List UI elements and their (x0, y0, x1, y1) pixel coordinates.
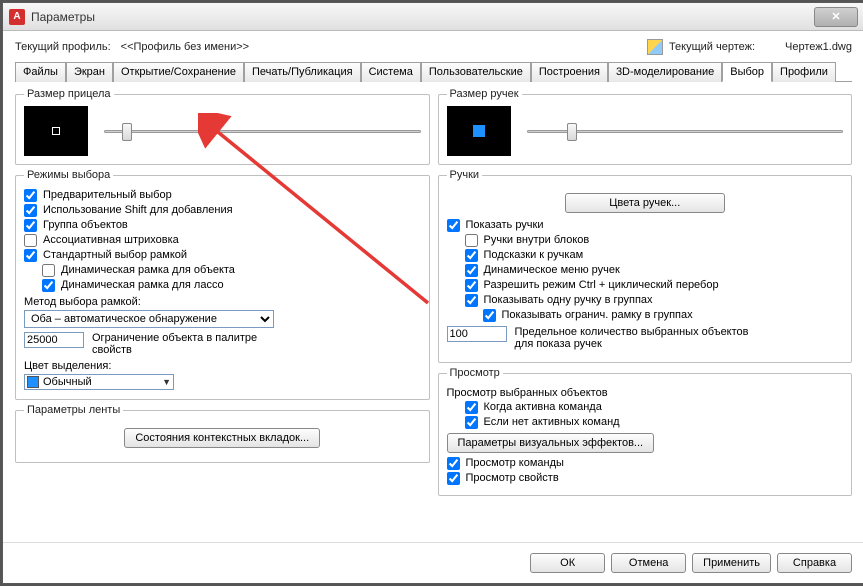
lbl-Группа объектов: Группа объектов (43, 219, 128, 232)
palette-limit-label: Ограничение объекта в палитре свойств (92, 332, 282, 356)
window-method-label: Метод выбора рамкой: (24, 296, 421, 308)
chk-property-preview[interactable] (447, 472, 460, 485)
grip-colors-button[interactable]: Цвета ручек... (565, 193, 725, 213)
lbl-Показывать одну ручку в группах: Показывать одну ручку в группах (484, 294, 653, 307)
chk-Стандартный выбор рамкой[interactable] (24, 249, 37, 262)
lbl-Ручки внутри блоков: Ручки внутри блоков (484, 234, 590, 247)
highlight-color-value: Обычный (43, 376, 92, 388)
cancel-button[interactable]: Отмена (611, 553, 686, 573)
chk-Показывать огранич. рамку в группах[interactable] (483, 309, 496, 322)
lbl-command-preview: Просмотр команды (466, 457, 564, 470)
tab-Файлы[interactable]: Файлы (15, 62, 66, 82)
grip-slider[interactable] (527, 121, 844, 141)
grip-size-legend: Размер ручек (447, 88, 522, 100)
current-profile-label: Текущий профиль: (15, 41, 111, 53)
lbl-Использование Shift для добавления: Использование Shift для добавления (43, 204, 233, 217)
ribbon-legend: Параметры ленты (24, 404, 123, 416)
grips-group: Ручки Цвета ручек... Показать ручки Ручки… (438, 169, 853, 363)
tab-Профили[interactable]: Профили (772, 62, 836, 82)
lbl-Динамическая рамка для объекта: Динамическая рамка для объекта (61, 264, 235, 277)
lbl-Ассоциативная штриховка: Ассоциативная штриховка (43, 234, 179, 247)
color-swatch-icon (27, 376, 39, 388)
chk-Подсказки к ручкам[interactable] (465, 249, 478, 262)
chk-Предварительный выбор[interactable] (24, 189, 37, 202)
chk-Показать ручки[interactable] (447, 219, 460, 232)
grip-limit-input[interactable] (447, 326, 507, 342)
grip-preview (447, 106, 511, 156)
tab-Экран[interactable]: Экран (66, 62, 113, 82)
grip-size-group: Размер ручек (438, 88, 853, 165)
lbl-Разрешить режим Ctrl + циклический перебор: Разрешить режим Ctrl + циклический переб… (484, 279, 719, 292)
preview-group: Просмотр Просмотр выбранных объектов Ког… (438, 367, 853, 496)
tab-Открытие/Сохранение[interactable]: Открытие/Сохранение (113, 62, 244, 82)
lbl-when-no-cmd: Если нет активных команд (484, 416, 620, 429)
tab-strip: ФайлыЭкранОткрытие/СохранениеПечать/Публ… (15, 61, 852, 82)
current-drawing-label: Текущий чертеж: (669, 41, 755, 53)
contextual-tab-states-button[interactable]: Состояния контекстных вкладок... (124, 428, 320, 448)
ok-button[interactable]: ОК (530, 553, 605, 573)
chk-when-cmd-active[interactable] (465, 401, 478, 414)
chk-Разрешить режим Ctrl + циклический перебор[interactable] (465, 279, 478, 292)
visual-effects-button[interactable]: Параметры визуальных эффектов... (447, 433, 655, 453)
titlebar: A Параметры ✕ (3, 3, 863, 31)
chk-Использование Shift для добавления[interactable] (24, 204, 37, 217)
chk-Ручки внутри блоков[interactable] (465, 234, 478, 247)
window-title: Параметры (31, 10, 95, 24)
chk-Показывать одну ручку в группах[interactable] (465, 294, 478, 307)
window-method-select[interactable]: Оба – автоматическое обнаружение (24, 310, 274, 328)
app-icon: A (9, 9, 25, 25)
close-button[interactable]: ✕ (814, 7, 858, 27)
preview-legend: Просмотр (447, 367, 503, 379)
tab-Печать/Публикация[interactable]: Печать/Публикация (244, 62, 361, 82)
tab-Выбор[interactable]: Выбор (722, 62, 772, 82)
chk-command-preview[interactable] (447, 457, 460, 470)
tab-Пользовательские[interactable]: Пользовательские (421, 62, 531, 82)
chk-when-no-cmd[interactable] (465, 416, 478, 429)
apply-button[interactable]: Применить (692, 553, 771, 573)
tab-3D-моделирование[interactable]: 3D-моделирование (608, 62, 722, 82)
chk-Ассоциативная штриховка[interactable] (24, 234, 37, 247)
lbl-Подсказки к ручкам: Подсказки к ручкам (484, 249, 584, 262)
options-dialog: A Параметры ✕ Текущий профиль: <<Профиль… (2, 2, 863, 584)
selection-preview-heading: Просмотр выбранных объектов (447, 387, 844, 399)
pickbox-preview (24, 106, 88, 156)
lbl-Показать ручки: Показать ручки (466, 219, 544, 232)
pickbox-slider[interactable] (104, 121, 421, 141)
chk-Динамическая рамка для объекта[interactable] (42, 264, 55, 277)
grips-legend: Ручки (447, 169, 483, 181)
current-profile-name: <<Профиль без имени>> (121, 41, 249, 53)
chk-Динамическое меню ручек[interactable] (465, 264, 478, 277)
selection-modes-group: Режимы выбора Предварительный выбор Испол… (15, 169, 430, 400)
tab-Система[interactable]: Система (361, 62, 421, 82)
palette-limit-input[interactable] (24, 332, 84, 348)
ribbon-options-group: Параметры ленты Состояния контекстных вк… (15, 404, 430, 463)
chk-Группа объектов[interactable] (24, 219, 37, 232)
highlight-color-label: Цвет выделения: (24, 360, 421, 372)
lbl-Стандартный выбор рамкой: Стандартный выбор рамкой (43, 249, 187, 262)
chevron-down-icon: ▼ (162, 377, 171, 387)
lbl-Показывать огранич. рамку в группах: Показывать огранич. рамку в группах (502, 309, 693, 322)
lbl-when-cmd-active: Когда активна команда (484, 401, 602, 414)
help-button[interactable]: Справка (777, 553, 852, 573)
selection-modes-legend: Режимы выбора (24, 169, 113, 181)
grip-limit-label: Предельное количество выбранных объектов… (515, 326, 755, 350)
drawing-icon (647, 39, 663, 55)
dialog-footer: ОК Отмена Применить Справка (3, 542, 863, 583)
highlight-color-select[interactable]: Обычный ▼ (24, 374, 174, 390)
tab-Построения[interactable]: Построения (531, 62, 608, 82)
lbl-Предварительный выбор: Предварительный выбор (43, 189, 172, 202)
lbl-Динамическая рамка для лассо: Динамическая рамка для лассо (61, 279, 224, 292)
lbl-property-preview: Просмотр свойств (466, 472, 559, 485)
lbl-Динамическое меню ручек: Динамическое меню ручек (484, 264, 620, 277)
chk-Динамическая рамка для лассо[interactable] (42, 279, 55, 292)
pickbox-size-group: Размер прицела (15, 88, 430, 165)
pickbox-legend: Размер прицела (24, 88, 114, 100)
profile-info-row: Текущий профиль: <<Профиль без имени>> Т… (15, 39, 852, 55)
current-drawing-name: Чертеж1.dwg (785, 41, 852, 53)
